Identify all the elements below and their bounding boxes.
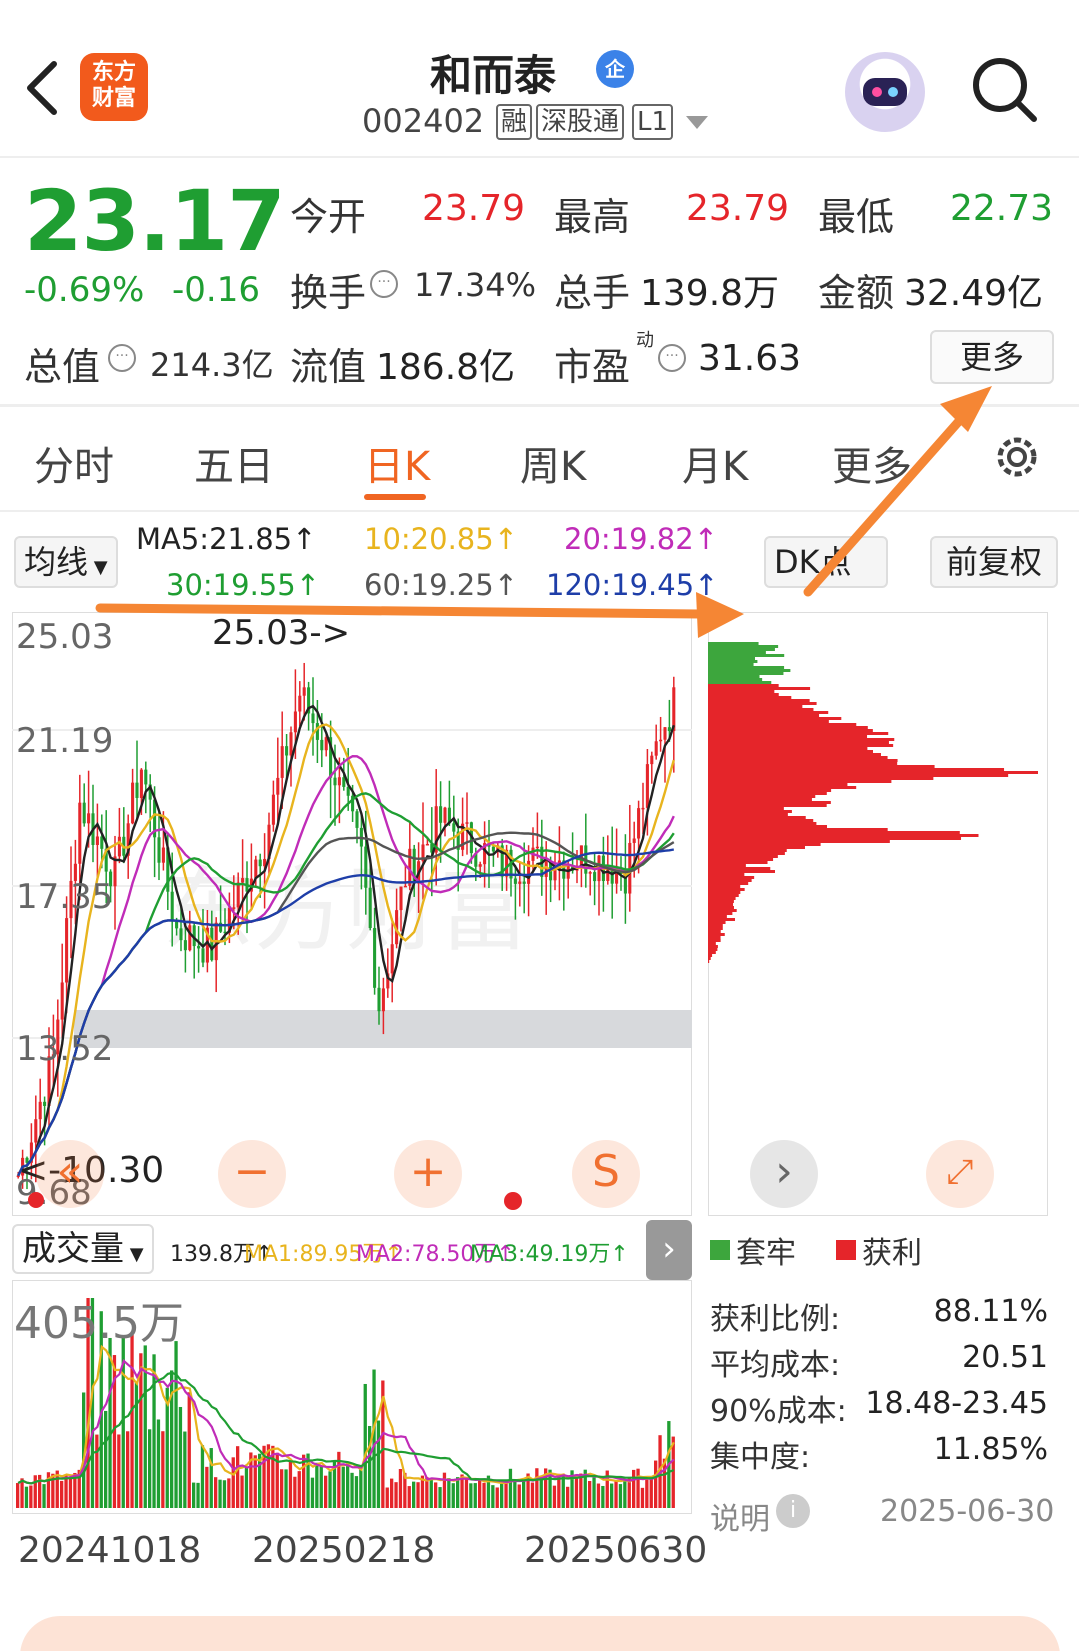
- float-cap-label: 流值: [290, 345, 367, 389]
- date-label: 20250630: [524, 1530, 708, 1571]
- pe-sup: 动: [636, 330, 654, 351]
- vol-ma3-value: MA3:49.19万↑: [470, 1242, 629, 1267]
- tag-margin: 融: [496, 104, 533, 140]
- turnover-label: 换手: [290, 271, 367, 315]
- ma120-value: 120:19.45↑: [546, 568, 719, 602]
- ma10-value: 10:20.85↑: [364, 522, 518, 556]
- stock-code: 002402: [362, 102, 485, 140]
- scroll-left-button[interactable]: «: [36, 1140, 104, 1208]
- bottom-banner[interactable]: [20, 1616, 1060, 1651]
- search-icon[interactable]: [970, 55, 1040, 125]
- tab-weekly-k[interactable]: 周K: [520, 434, 586, 492]
- info-icon[interactable]: ···: [370, 270, 398, 298]
- y-tick-label: 13.52: [16, 1029, 113, 1069]
- assistant-robot-icon[interactable]: [845, 52, 925, 132]
- dk-point-select[interactable]: DK点: [764, 536, 888, 588]
- change-amount: -0.16: [172, 270, 260, 310]
- signal-button[interactable]: S: [572, 1140, 640, 1208]
- market-cap-label: 总值: [24, 345, 101, 389]
- high-label: 最高: [554, 195, 631, 239]
- note-label[interactable]: 说明: [710, 1494, 770, 1538]
- chip-date: 2025-06-30: [880, 1494, 1055, 1529]
- marker-dot: [504, 1192, 522, 1210]
- open-label: 今开: [290, 195, 367, 239]
- turnover-value: 17.34%: [414, 266, 537, 304]
- enterprise-badge: 企: [596, 50, 634, 88]
- gear-icon[interactable]: [990, 430, 1044, 484]
- volume-max-label: 405.5万: [14, 1298, 184, 1349]
- adjust-button[interactable]: 前复权: [930, 536, 1058, 588]
- chip-distribution-chart: [708, 612, 1048, 1216]
- cost90-label: 90%成本:: [710, 1394, 847, 1429]
- info-icon[interactable]: i: [776, 1494, 810, 1528]
- app-logo: 东方 财富: [80, 53, 148, 121]
- high-value: 23.79: [686, 188, 790, 229]
- profit-ratio-label: 获利比例:: [710, 1302, 841, 1337]
- low-label: 最低: [818, 195, 895, 239]
- change-percent: -0.69%: [24, 270, 145, 310]
- back-icon[interactable]: [22, 58, 62, 118]
- active-tab-indicator: [364, 494, 426, 500]
- y-tick-label: 25.03: [16, 617, 113, 657]
- avg-cost-value: 20.51: [962, 1340, 1048, 1375]
- open-value: 23.79: [422, 188, 526, 229]
- tag-level: L1: [632, 104, 674, 140]
- indicator-select[interactable]: 均线 ▼: [14, 536, 118, 588]
- tag-connect: 深股通: [536, 104, 625, 140]
- expand-icon[interactable]: ⤢: [926, 1140, 994, 1208]
- stock-name: 和而泰: [430, 51, 557, 100]
- amount-value: 32.49亿: [904, 273, 1044, 314]
- y-tick-label: 17.35: [16, 877, 113, 917]
- trapped-legend-swatch: [710, 1240, 730, 1260]
- y-tick-label: 21.19: [16, 721, 113, 761]
- market-cap-value: 214.3亿: [150, 346, 274, 384]
- zoom-out-button[interactable]: −: [218, 1140, 286, 1208]
- volume-value: 139.8万: [640, 273, 780, 314]
- tab-intraday[interactable]: 分时: [34, 434, 114, 492]
- ma5-value: MA5:21.85↑: [136, 522, 317, 556]
- more-button[interactable]: 更多: [930, 330, 1054, 384]
- chevron-down-icon[interactable]: [686, 116, 708, 129]
- volume-chart[interactable]: 405.5万: [12, 1280, 692, 1514]
- current-price: 23.17: [24, 172, 286, 270]
- date-label: 20250218: [252, 1530, 436, 1571]
- tab-monthly-k[interactable]: 月K: [682, 434, 748, 492]
- tab-more[interactable]: 更多: [832, 434, 912, 492]
- tab-daily-k[interactable]: 日K: [364, 434, 430, 492]
- tab-five-day[interactable]: 五日: [194, 434, 274, 492]
- max-price-marker: 25.03->: [212, 613, 350, 653]
- zoom-in-button[interactable]: +: [394, 1140, 462, 1208]
- concentration-label: 集中度:: [710, 1440, 811, 1475]
- trapped-legend-label: 套牢: [736, 1236, 796, 1271]
- chevron-right-icon[interactable]: ›: [646, 1220, 692, 1280]
- info-icon[interactable]: ···: [108, 344, 136, 372]
- low-value: 22.73: [950, 188, 1054, 229]
- pe-value: 31.63: [698, 338, 802, 379]
- ma30-value: 30:19.55↑: [166, 568, 320, 602]
- ma20-value: 20:19.82↑: [564, 522, 718, 556]
- date-label: 20241018: [18, 1530, 202, 1571]
- volume-label: 总手: [554, 271, 631, 315]
- pe-label: 市盈: [554, 345, 631, 389]
- marker-dot: [28, 1192, 44, 1208]
- profit-legend-label: 获利: [862, 1236, 922, 1271]
- profit-ratio-value: 88.11%: [933, 1294, 1048, 1329]
- concentration-value: 11.85%: [933, 1432, 1048, 1467]
- kline-chart[interactable]: 东方财富 25.03 21.19 17.35 13.52 9.68 25.03-…: [12, 612, 692, 1216]
- cost90-value: 18.48-23.45: [865, 1386, 1048, 1421]
- volume-indicator-select[interactable]: 成交量 ▼: [12, 1224, 154, 1274]
- chevron-right-icon[interactable]: ›: [750, 1140, 818, 1208]
- ma60-value: 60:19.25↑: [364, 568, 518, 602]
- amount-label: 金额: [818, 271, 895, 315]
- avg-cost-label: 平均成本:: [710, 1348, 841, 1383]
- float-cap-value: 186.8亿: [376, 347, 516, 388]
- profit-legend-swatch: [836, 1240, 856, 1260]
- info-icon[interactable]: ···: [658, 344, 686, 372]
